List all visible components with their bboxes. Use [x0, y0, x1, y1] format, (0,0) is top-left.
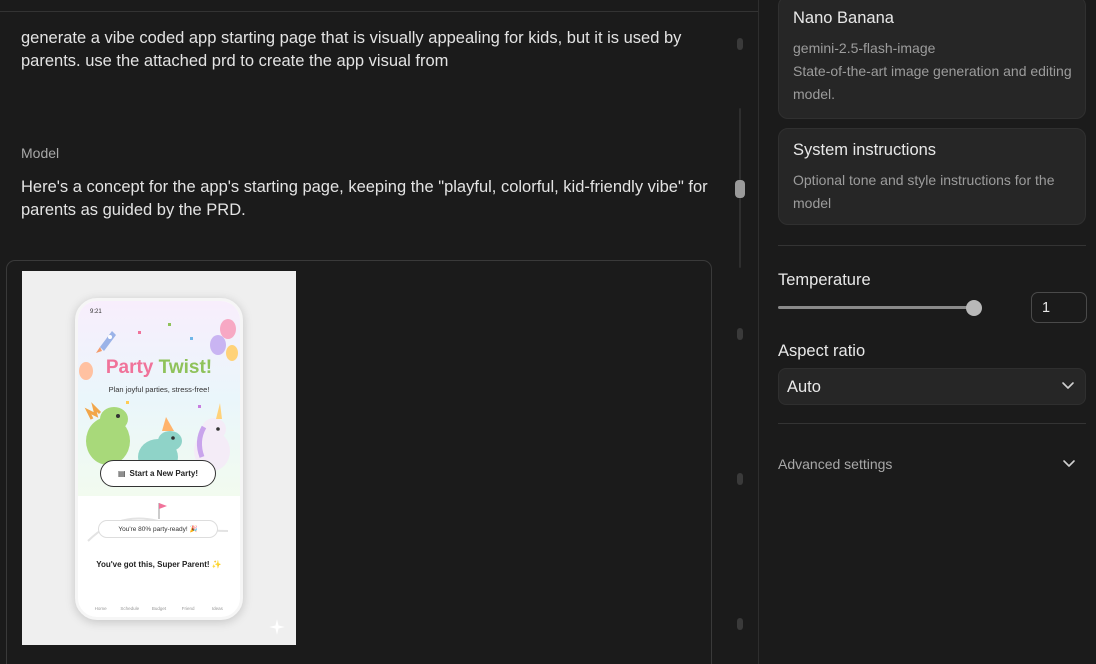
app-title-part1: Party [105, 357, 154, 378]
sparkle-icon [269, 619, 285, 635]
model-id: gemini-2.5-flash-image [793, 40, 936, 56]
advanced-settings-toggle[interactable]: Advanced settings [778, 452, 1086, 476]
model-response-text: Here's a concept for the app's starting … [21, 178, 708, 219]
app-tagline: Plan joyful parties, stress-free! [108, 385, 210, 394]
model-name: Nano Banana [793, 9, 894, 27]
temperature-slider-handle[interactable] [966, 300, 982, 316]
temperature-label: Temperature [778, 271, 871, 289]
aspect-ratio-select[interactable]: Auto [778, 368, 1086, 405]
chat-divider [0, 11, 758, 12]
scroll-marker[interactable] [737, 328, 743, 340]
scroll-thumb[interactable] [735, 180, 745, 198]
scroll-marker[interactable] [737, 618, 743, 630]
phone-nav-item: Friend [181, 606, 195, 611]
system-instructions-placeholder: Optional tone and style instructions for… [793, 172, 1055, 211]
scroll-marker[interactable] [737, 473, 743, 485]
panel-divider [778, 423, 1086, 424]
cheer-text: You've got this, Super Parent! ✨ [96, 560, 222, 569]
model-description: State-of-the-art image generation and ed… [793, 63, 1072, 102]
generated-image-card: 9:21 Party Twist! Plan joyful parties, s… [6, 260, 712, 664]
panel-divider [778, 245, 1086, 246]
temperature-slider-track[interactable] [778, 306, 975, 309]
run-settings-panel: Nano Banana gemini-2.5-flash-image State… [758, 0, 1096, 664]
phone-nav-item: Schedule [120, 606, 140, 611]
chat-area: generate a vibe coded app starting page … [0, 0, 758, 664]
chevron-down-icon [1063, 460, 1075, 467]
aspect-ratio-label: Aspect ratio [778, 342, 866, 360]
calendar-icon: ▤ [117, 469, 126, 478]
chat-scrollbar[interactable] [735, 0, 745, 664]
phone-nav-item: Budget [151, 606, 167, 611]
advanced-settings-label: Advanced settings [778, 456, 893, 472]
aspect-ratio-value: Auto [787, 378, 821, 396]
phone-bottom-nav: Home Schedule Budget Friend Ideas [78, 606, 240, 611]
phone-nav-item: Home [94, 606, 107, 611]
party-progress-pill: You're 80% party-ready! 🎉 [98, 520, 218, 538]
scroll-marker[interactable] [737, 38, 743, 50]
start-party-label: Start a New Party! [129, 469, 199, 478]
system-instructions-title: System instructions [793, 141, 937, 159]
temperature-input[interactable] [1031, 292, 1087, 323]
user-prompt-text: generate a vibe coded app starting page … [21, 29, 682, 70]
start-party-button: ▤ Start a New Party! [100, 460, 216, 487]
phone-mockup: 9:21 Party Twist! Plan joyful parties, s… [75, 298, 243, 620]
phone-nav-item: Ideas [211, 606, 223, 611]
generated-image[interactable]: 9:21 Party Twist! Plan joyful parties, s… [22, 271, 296, 645]
system-instructions-card[interactable]: System instructions Optional tone and st… [778, 128, 1086, 225]
phone-status-time: 9:21 [90, 309, 102, 315]
model-role-label: Model [21, 145, 60, 161]
chevron-down-icon [1062, 382, 1074, 389]
app-title: Party Twist! [78, 357, 240, 379]
model-selector-card[interactable]: Nano Banana gemini-2.5-flash-image State… [778, 0, 1086, 119]
app-title-part2: Twist! [158, 357, 213, 378]
